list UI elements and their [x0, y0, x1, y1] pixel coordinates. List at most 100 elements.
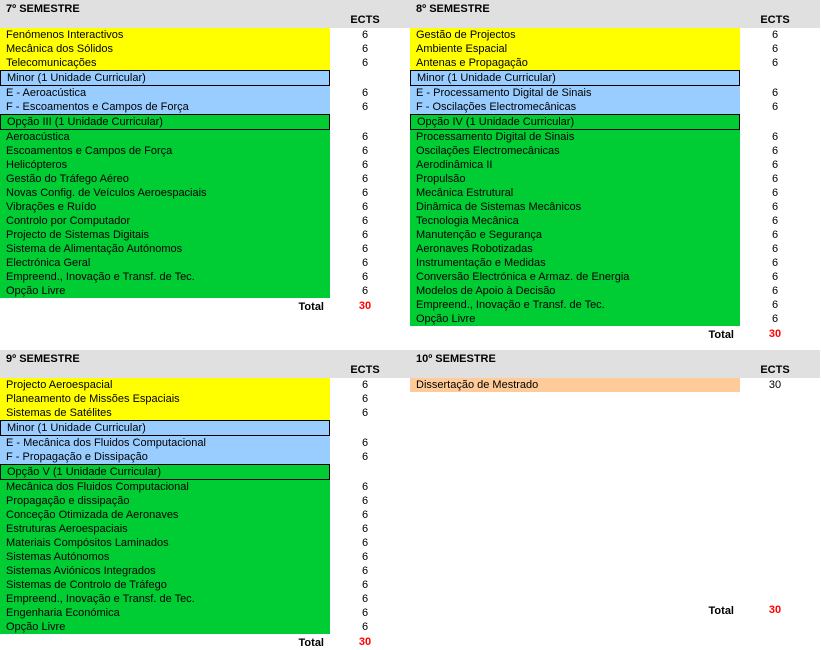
course-ects: 6: [330, 214, 400, 228]
opcao-group: Aeroacústica6Escoamentos e Campos de For…: [0, 130, 410, 298]
course-name: Estruturas Aeroespaciais: [0, 522, 330, 536]
course-name: Dissertação de Mestrado: [410, 378, 740, 392]
course-ects: 6: [330, 228, 400, 242]
minor-group: E - Processamento Digital de Sinais6F - …: [410, 86, 820, 114]
course-name: Mecânica Estrutural: [410, 186, 740, 200]
course-name: F - Propagação e Dissipação: [0, 450, 330, 464]
course-row: Conceção Otimizada de Aeronaves6: [0, 508, 410, 522]
course-row: Materiais Compósitos Laminados6: [0, 536, 410, 550]
course-row: Aeronaves Robotizadas6: [410, 242, 820, 256]
course-name: Empreend., Inovação e Transf. de Tec.: [0, 270, 330, 284]
course-ects: 6: [330, 242, 400, 256]
total-label: Total: [410, 604, 740, 618]
opcao-header: Opção III (1 Unidade Curricular): [0, 114, 330, 130]
course-row: Sistemas Autónomos6: [0, 550, 410, 564]
course-name: Aeroacústica: [0, 130, 330, 144]
minor-header-row: Minor (1 Unidade Curricular): [0, 420, 410, 436]
total-row: Total 30: [410, 326, 820, 342]
course-name: Aeronaves Robotizadas: [410, 242, 740, 256]
semester-10: 10º SEMESTRE ECTS Dissertação de Mestrad…: [410, 350, 820, 650]
course-row: E - Mecânica dos Fluidos Computacional6: [0, 436, 410, 450]
course-name: Gestão do Tráfego Aéreo: [0, 172, 330, 186]
course-name: Conceção Otimizada de Aeronaves: [0, 508, 330, 522]
course-ects: 6: [740, 56, 810, 70]
minor-header: Minor (1 Unidade Curricular): [0, 420, 330, 436]
minor-header: Minor (1 Unidade Curricular): [410, 70, 740, 86]
course-row: Oscilações Electromecânicas6: [410, 144, 820, 158]
course-name: Dinâmica de Sistemas Mecânicos: [410, 200, 740, 214]
course-row: F - Propagação e Dissipação6: [0, 450, 410, 464]
opcao-header-row: Opção IV (1 Unidade Curricular): [410, 114, 820, 130]
ects-header: ECTS: [740, 0, 810, 28]
course-row: Gestão de Projectos6: [410, 28, 820, 42]
course-ects: 30: [740, 378, 810, 392]
course-row: Gestão do Tráfego Aéreo6: [0, 172, 410, 186]
course-row: Projecto Aeroespacial6: [0, 378, 410, 392]
orange-group: Dissertação de Mestrado30: [410, 378, 820, 392]
course-row: Dissertação de Mestrado30: [410, 378, 820, 392]
course-row: Opção Livre6: [0, 284, 410, 298]
yellow-group: Projecto Aeroespacial6Planeamento de Mis…: [0, 378, 410, 420]
course-ects: 6: [740, 144, 810, 158]
course-name: Conversão Electrónica e Armaz. de Energi…: [410, 270, 740, 284]
course-row: Escoamentos e Campos de Força6: [0, 144, 410, 158]
course-row: Projecto de Sistemas Digitais6: [0, 228, 410, 242]
course-row: Opção Livre6: [410, 312, 820, 326]
course-ects: 6: [740, 214, 810, 228]
course-row: E - Aeroacústica6: [0, 86, 410, 100]
course-name: Fenómenos Interactivos: [0, 28, 330, 42]
course-row: Sistemas de Controlo de Tráfego6: [0, 578, 410, 592]
course-row: Fenómenos Interactivos6: [0, 28, 410, 42]
semester-9: 9º SEMESTRE ECTS Projecto Aeroespacial6P…: [0, 350, 410, 650]
course-name: Sistemas Aviónicos Integrados: [0, 564, 330, 578]
minor-header-row: Minor (1 Unidade Curricular): [410, 70, 820, 86]
course-ects: 6: [330, 564, 400, 578]
course-ects: 6: [330, 284, 400, 298]
semester-header: 9º SEMESTRE ECTS: [0, 350, 410, 378]
course-name: Projecto de Sistemas Digitais: [0, 228, 330, 242]
yellow-group: Fenómenos Interactivos6Mecânica dos Sóli…: [0, 28, 410, 70]
course-name: Electrónica Geral: [0, 256, 330, 270]
course-row: Helicópteros6: [0, 158, 410, 172]
course-name: Instrumentação e Medidas: [410, 256, 740, 270]
total-value: 30: [330, 636, 400, 650]
course-name: Engenharia Económica: [0, 606, 330, 620]
opcao-header: Opção V (1 Unidade Curricular): [0, 464, 330, 480]
course-name: Empreend., Inovação e Transf. de Tec.: [0, 592, 330, 606]
course-name: F - Oscilações Electromecânicas: [410, 100, 740, 114]
course-ects: 6: [330, 56, 400, 70]
course-row: Empreend., Inovação e Transf. de Tec.6: [0, 592, 410, 606]
semester-header: 10º SEMESTRE ECTS: [410, 350, 820, 378]
course-name: Tecnologia Mecânica: [410, 214, 740, 228]
top-columns: 7º SEMESTRE ECTS Fenómenos Interactivos6…: [0, 0, 821, 342]
opcao-group: Mecânica dos Fluidos Computacional6Propa…: [0, 480, 410, 634]
course-name: E - Mecânica dos Fluidos Computacional: [0, 436, 330, 450]
minor-group: E - Mecânica dos Fluidos Computacional6F…: [0, 436, 410, 464]
semester-title: 8º SEMESTRE: [410, 0, 740, 28]
course-ects: 6: [330, 130, 400, 144]
total-label: Total: [0, 300, 330, 314]
opcao-header-row: Opção V (1 Unidade Curricular): [0, 464, 410, 480]
course-name: Aerodinâmica II: [410, 158, 740, 172]
total-value: 30: [740, 328, 810, 342]
course-row: E - Processamento Digital de Sinais6: [410, 86, 820, 100]
course-name: Processamento Digital de Sinais: [410, 130, 740, 144]
course-ects: 6: [330, 606, 400, 620]
course-ects: 6: [330, 592, 400, 606]
course-name: Opção Livre: [0, 284, 330, 298]
course-row: Opção Livre6: [0, 620, 410, 634]
semester-title: 10º SEMESTRE: [410, 350, 740, 378]
course-row: Mecânica Estrutural6: [410, 186, 820, 200]
course-ects: 6: [740, 42, 810, 56]
course-row: Estruturas Aeroespaciais6: [0, 522, 410, 536]
course-ects: 6: [330, 28, 400, 42]
course-row: Sistemas Aviónicos Integrados6: [0, 564, 410, 578]
course-ects: 6: [740, 242, 810, 256]
course-ects: 6: [740, 186, 810, 200]
course-name: Oscilações Electromecânicas: [410, 144, 740, 158]
course-row: Conversão Electrónica e Armaz. de Energi…: [410, 270, 820, 284]
course-name: Empreend., Inovação e Transf. de Tec.: [410, 298, 740, 312]
course-ects: 6: [330, 406, 400, 420]
course-row: Manutenção e Segurança6: [410, 228, 820, 242]
total-row: Total 30: [0, 634, 410, 650]
